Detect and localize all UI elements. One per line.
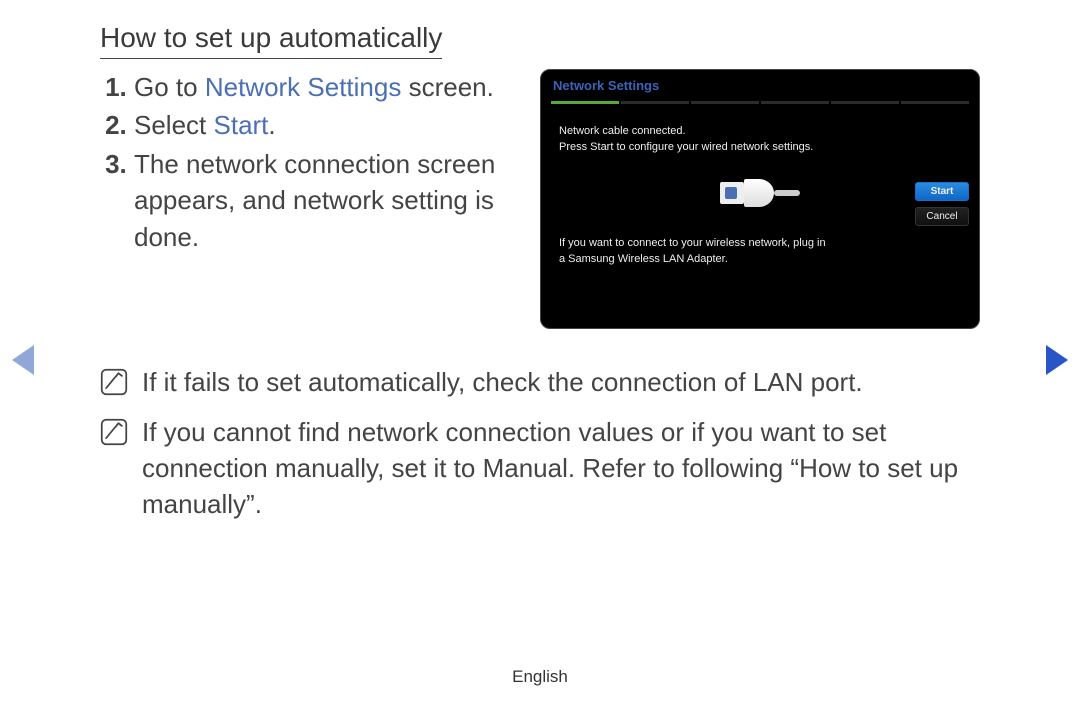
start-button[interactable]: Start (915, 182, 969, 201)
screenshot-tab (901, 101, 969, 104)
screenshot-msg-2: Press Start to configure your wired netw… (559, 140, 961, 156)
page-title: How to set up automatically (100, 22, 442, 59)
step-1: Go to Network Settings screen. (134, 69, 510, 105)
network-settings-link: Network Settings (205, 72, 402, 102)
step-2-text-a: Select (134, 110, 214, 140)
screenshot-hint-1: If you want to connect to your wireless … (559, 236, 961, 252)
step-2-text-b: . (268, 110, 275, 140)
step-3-text: The network connection screen appears, a… (134, 149, 495, 252)
tv-screenshot: Network Settings Network cable connected… (540, 69, 980, 329)
screenshot-hint-2: a Samsung Wireless LAN Adapter. (559, 252, 961, 268)
note-2-text: If you cannot find network connection va… (142, 415, 980, 523)
step-1-text-a: Go to (134, 72, 205, 102)
notes-section: If it fails to set automatically, check … (100, 365, 980, 523)
start-link: Start (214, 110, 269, 140)
steps-list: Go to Network Settings screen. Select St… (100, 69, 510, 257)
note-icon (100, 368, 128, 396)
step-1-text-b: screen. (401, 72, 494, 102)
lan-plug-icon (720, 178, 800, 208)
screenshot-title: Network Settings (541, 70, 979, 98)
footer-language: English (0, 667, 1080, 687)
screenshot-tab (831, 101, 899, 104)
note-1-text: If it fails to set automatically, check … (142, 365, 863, 401)
step-3: The network connection screen appears, a… (134, 146, 510, 255)
next-page-button[interactable] (1046, 345, 1068, 380)
step-2: Select Start. (134, 107, 510, 143)
screenshot-msg-1: Network cable connected. (559, 124, 961, 140)
screenshot-tab (761, 101, 829, 104)
prev-page-button[interactable] (12, 345, 34, 380)
screenshot-tab (621, 101, 689, 104)
screenshot-tab-active (551, 101, 619, 104)
note-icon (100, 418, 128, 446)
screenshot-tab (691, 101, 759, 104)
cancel-button[interactable]: Cancel (915, 207, 969, 226)
